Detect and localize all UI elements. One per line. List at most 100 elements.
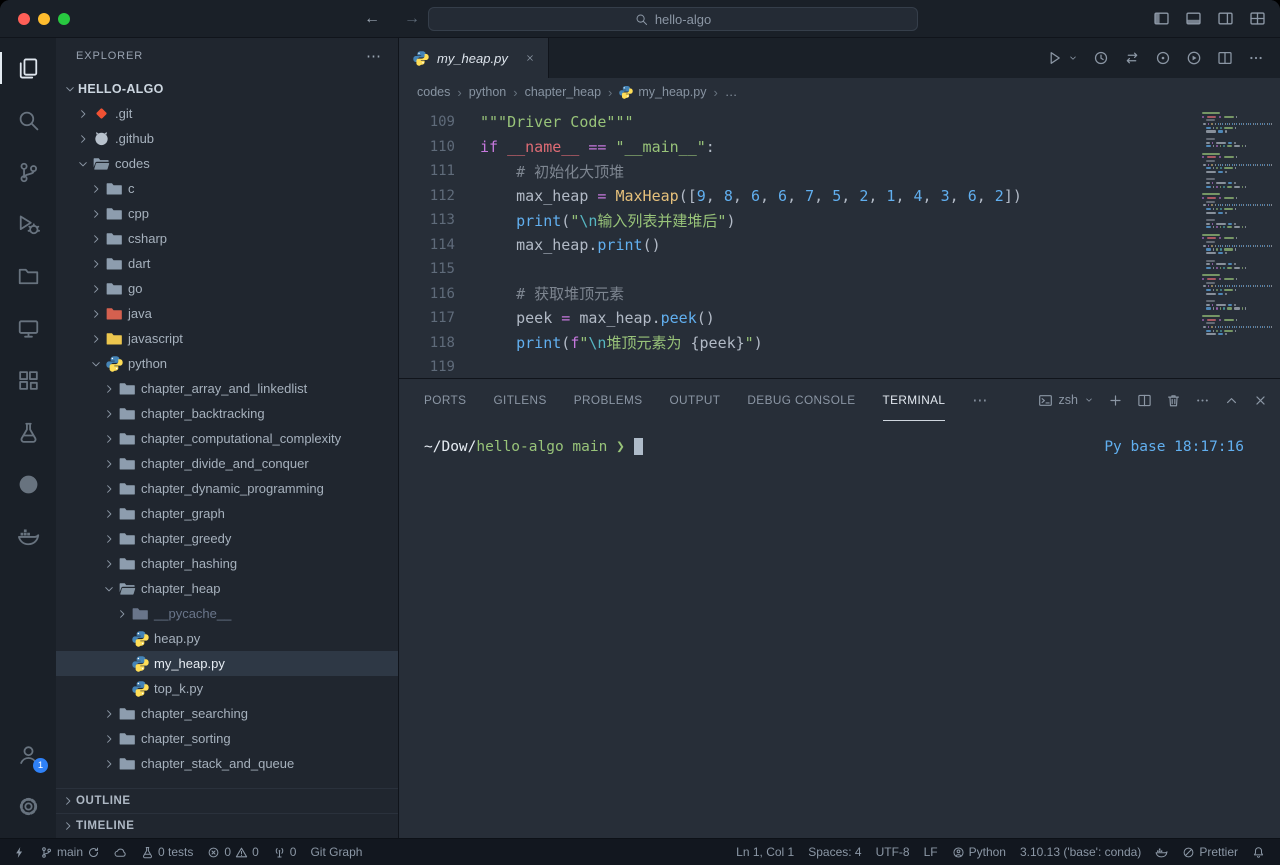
chevron-icon[interactable] xyxy=(75,156,91,172)
toggle-secondary-sidebar-button[interactable] xyxy=(1217,10,1234,27)
new-terminal-button[interactable] xyxy=(1108,393,1123,408)
tree-item-my_heap.py[interactable]: my_heap.py xyxy=(56,651,398,676)
terminal-shell-selector[interactable]: zsh xyxy=(1038,393,1094,408)
close-panel-button[interactable] xyxy=(1253,393,1268,408)
toggle-panel-button[interactable] xyxy=(1185,10,1202,27)
editor-tab-my_heap.py[interactable]: my_heap.py xyxy=(399,38,549,78)
toggle-primary-sidebar-button[interactable] xyxy=(1153,10,1170,27)
line-number[interactable]: 119 xyxy=(399,359,455,375)
tree-item-chapter_searching[interactable]: chapter_searching xyxy=(56,701,398,726)
minimize-window-button[interactable] xyxy=(38,13,50,25)
chevron-icon[interactable] xyxy=(88,331,104,347)
more-actions-button[interactable] xyxy=(1248,50,1264,66)
line-number[interactable]: 114 xyxy=(399,237,455,253)
chevron-icon[interactable] xyxy=(88,231,104,247)
tree-item-java[interactable]: java xyxy=(56,301,398,326)
panel-tabs-more[interactable]: ⋯ xyxy=(972,391,987,409)
tree-item-chapter_sorting[interactable]: chapter_sorting xyxy=(56,726,398,751)
status-encoding[interactable]: UTF-8 xyxy=(869,839,917,865)
activity-docker-button[interactable] xyxy=(0,510,56,562)
line-number[interactable]: 115 xyxy=(399,261,455,277)
split-editor-button[interactable] xyxy=(1217,50,1233,66)
tree-item-dart[interactable]: dart xyxy=(56,251,398,276)
chevron-icon[interactable] xyxy=(88,306,104,322)
chevron-icon[interactable] xyxy=(88,206,104,222)
status-eol[interactable]: LF xyxy=(917,839,945,865)
close-window-button[interactable] xyxy=(18,13,30,25)
activity-extensions-button[interactable] xyxy=(0,354,56,406)
breadcrumb-my_heap.py[interactable]: my_heap.py xyxy=(619,85,706,99)
tree-item-javascript[interactable]: javascript xyxy=(56,326,398,351)
status-notifications[interactable] xyxy=(1245,839,1272,865)
chevron-icon[interactable] xyxy=(88,181,104,197)
tree-item-HELLO-ALGO[interactable]: HELLO-ALGO xyxy=(56,76,398,101)
terminal[interactable]: ~/Dow/hello-algo main ❯ Py base 18:17:16 xyxy=(399,421,1280,838)
tree-item-chapter_backtracking[interactable]: chapter_backtracking xyxy=(56,401,398,426)
command-center-search[interactable]: hello-algo xyxy=(428,7,918,31)
run-dropdown-button[interactable] xyxy=(1068,53,1078,63)
status-cursor-position[interactable]: Ln 1, Col 1 xyxy=(729,839,801,865)
line-number[interactable]: 117 xyxy=(399,310,455,326)
chevron-icon[interactable] xyxy=(101,406,117,422)
tree-item-__pycache__[interactable]: __pycache__ xyxy=(56,601,398,626)
terminal-more-button[interactable] xyxy=(1195,393,1210,408)
activity-accounts-button[interactable]: 1 xyxy=(0,728,56,780)
chevron-icon[interactable] xyxy=(101,506,117,522)
chevron-icon[interactable] xyxy=(101,456,117,472)
chevron-icon[interactable] xyxy=(114,606,130,622)
chevron-icon[interactable] xyxy=(88,256,104,272)
breadcrumb-more[interactable]: … xyxy=(725,85,738,99)
activity-settings-button[interactable] xyxy=(0,780,56,832)
chevron-icon[interactable] xyxy=(101,706,117,722)
tree-item-cpp[interactable]: cpp xyxy=(56,201,398,226)
line-number[interactable]: 112 xyxy=(399,188,455,204)
section-timeline[interactable]: TIMELINE xyxy=(56,813,398,838)
tree-item-go[interactable]: go xyxy=(56,276,398,301)
breadcrumb-chapter_heap[interactable]: chapter_heap xyxy=(525,85,601,99)
chevron-icon[interactable] xyxy=(101,381,117,397)
activity-github-button[interactable] xyxy=(0,458,56,510)
status-problems[interactable]: 00 xyxy=(200,839,265,865)
section-outline[interactable]: OUTLINE xyxy=(56,788,398,813)
status-remote[interactable] xyxy=(6,839,33,865)
status-ports[interactable]: 0 xyxy=(266,839,304,865)
forward-button[interactable]: → xyxy=(404,10,420,28)
chevron-icon[interactable] xyxy=(88,281,104,297)
status-prettier[interactable]: Prettier xyxy=(1175,839,1245,865)
status-indentation[interactable]: Spaces: 4 xyxy=(801,839,868,865)
panel-tab-problems[interactable]: PROBLEMS xyxy=(574,379,643,421)
tree-item-chapter_graph[interactable]: chapter_graph xyxy=(56,501,398,526)
chevron-icon[interactable] xyxy=(101,531,117,547)
status-language-mode[interactable]: Python xyxy=(945,839,1013,865)
tree-item-chapter_array_and_linkedlist[interactable]: chapter_array_and_linkedlist xyxy=(56,376,398,401)
line-number[interactable]: 110 xyxy=(399,139,455,155)
tree-item-codes[interactable]: codes xyxy=(56,151,398,176)
chevron-icon[interactable] xyxy=(75,106,91,122)
gitlens-blame-button[interactable] xyxy=(1155,50,1171,66)
sidebar-more-actions[interactable]: ⋯ xyxy=(366,47,382,65)
status-tests[interactable]: 0 tests xyxy=(134,839,200,865)
customize-layout-button[interactable] xyxy=(1249,10,1266,27)
activity-remote-explorer-button[interactable] xyxy=(0,302,56,354)
tree-item-csharp[interactable]: csharp xyxy=(56,226,398,251)
tree-item-chapter_dynamic_programming[interactable]: chapter_dynamic_programming xyxy=(56,476,398,501)
chevron-icon[interactable] xyxy=(101,581,117,597)
panel-tab-gitlens[interactable]: GITLENS xyxy=(493,379,546,421)
kill-terminal-button[interactable] xyxy=(1166,393,1181,408)
status-python-interpreter[interactable]: 3.10.13 ('base': conda) xyxy=(1013,839,1148,865)
file-history-button[interactable] xyxy=(1093,50,1109,66)
chevron-icon[interactable] xyxy=(101,481,117,497)
tree-item-chapter_hashing[interactable]: chapter_hashing xyxy=(56,551,398,576)
tree-item-c[interactable]: c xyxy=(56,176,398,201)
panel-tab-terminal[interactable]: TERMINAL xyxy=(883,379,946,421)
chevron-icon[interactable] xyxy=(101,556,117,572)
tree-item-chapter_greedy[interactable]: chapter_greedy xyxy=(56,526,398,551)
line-number[interactable]: 118 xyxy=(399,335,455,351)
chevron-icon[interactable] xyxy=(88,356,104,372)
tree-item-chapter_stack_and_queue[interactable]: chapter_stack_and_queue xyxy=(56,751,398,776)
activity-source-control-button[interactable] xyxy=(0,146,56,198)
tree-item-.github[interactable]: .github xyxy=(56,126,398,151)
maximize-panel-button[interactable] xyxy=(1224,393,1239,408)
line-number[interactable]: 116 xyxy=(399,286,455,302)
breadcrumb-codes[interactable]: codes xyxy=(417,85,450,99)
